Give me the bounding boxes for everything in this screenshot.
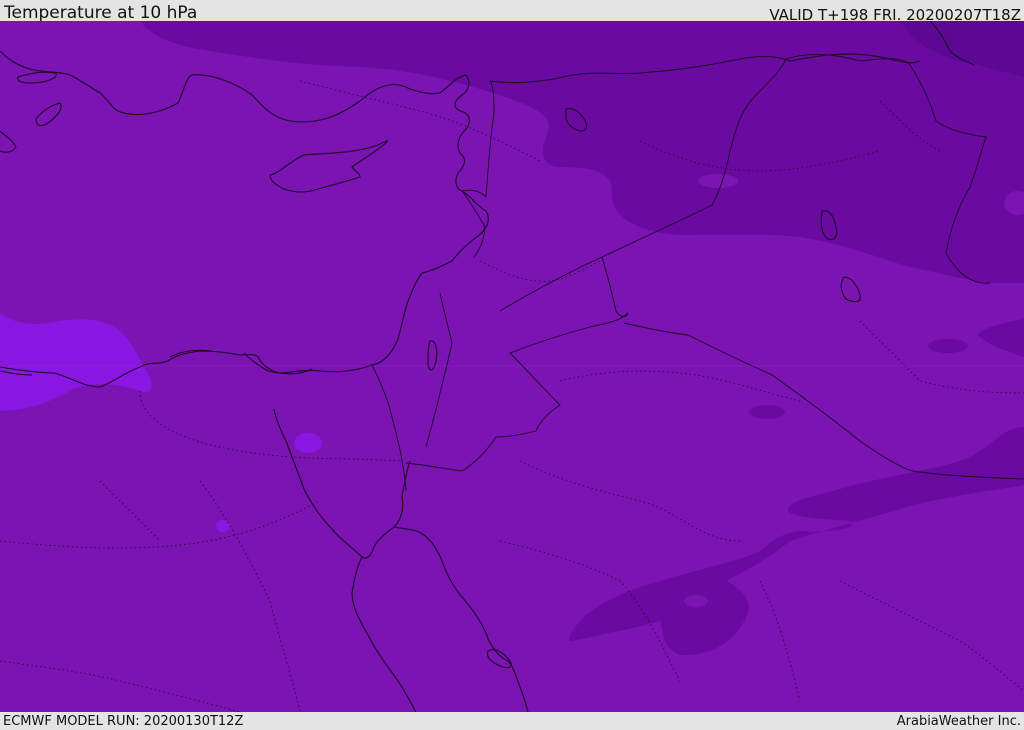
warm-pocket-north <box>698 174 738 188</box>
temperature-map <box>0 21 1024 712</box>
cold-pocket-iraq <box>928 339 968 353</box>
warm-pocket-egypt <box>216 520 230 532</box>
map-header: Temperature at 10 hPa VALID T+198 FRI. 2… <box>0 0 1024 24</box>
credit-label: ArabiaWeather Inc. <box>896 714 1021 729</box>
map-canvas <box>0 21 1024 712</box>
map-footer: ECMWF MODEL RUN: 20200130T12Z ArabiaWeat… <box>0 712 1024 729</box>
warm-pocket-south <box>684 595 708 607</box>
cold-pocket-saudi <box>749 405 785 419</box>
warm-pocket-sinai <box>294 433 322 453</box>
map-title: Temperature at 10 hPa <box>4 3 198 23</box>
model-run-label: ECMWF MODEL RUN: 20200130T12Z <box>3 714 244 729</box>
